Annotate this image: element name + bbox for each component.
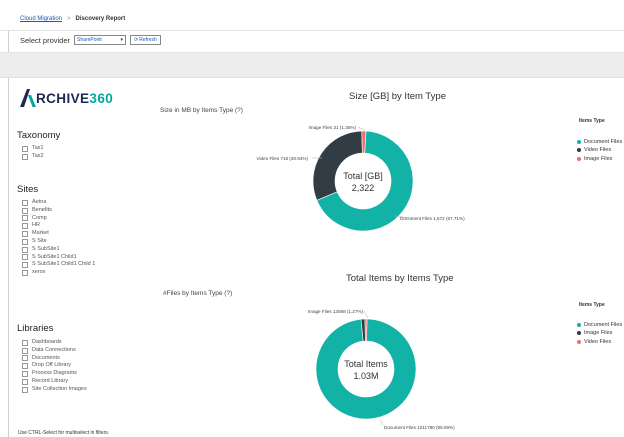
- donut-center-label: Total Items: [344, 359, 388, 369]
- donut-data-label: Video Files 718 (30.94%): [257, 156, 309, 161]
- donut-data-label: Image Files 31 (1.35%): [309, 125, 357, 130]
- donut-slice-video-files[interactable]: [364, 318, 368, 342]
- data-label-leader-line: [357, 126, 366, 131]
- data-label-leader-line: [363, 310, 369, 319]
- donut-center-value: 1.03M: [353, 371, 378, 381]
- donut-data-label: Document Files 1,572 (67.71%): [400, 216, 465, 221]
- donut-charts: Total [GB] 2,322 Document Files 1,572 (67.…: [257, 125, 466, 430]
- donut-center-value: 2,322: [352, 183, 375, 193]
- donut-data-label: Image Files 13068 (1.27%): [308, 309, 364, 314]
- donut-center-label: Total [GB]: [343, 171, 383, 181]
- data-label-leader-line: [379, 419, 384, 426]
- donut-data-label: Document Files 1011780 (98.08%): [384, 425, 455, 430]
